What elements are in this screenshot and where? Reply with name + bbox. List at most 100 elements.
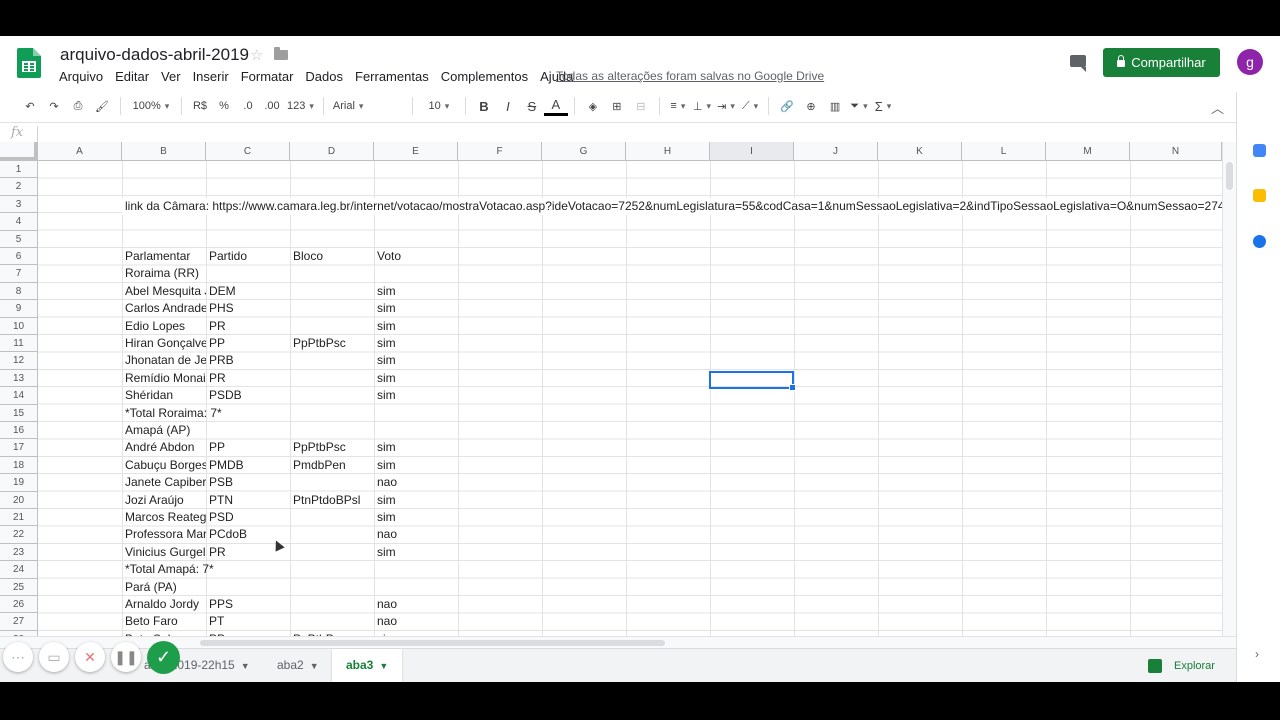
- row-header[interactable]: 2: [0, 178, 38, 196]
- table-cell[interactable]: Jozi Araújo: [122, 492, 206, 509]
- table-cell[interactable]: sim: [374, 509, 458, 526]
- horizontal-align-icon[interactable]: ≡: [666, 95, 690, 117]
- column-header[interactable]: L: [962, 142, 1046, 161]
- row-header[interactable]: 12: [0, 352, 38, 370]
- table-cell[interactable]: PpPtbPsc: [290, 335, 374, 352]
- comment-icon[interactable]: [1070, 55, 1086, 72]
- row-header[interactable]: 26: [0, 596, 38, 614]
- menu-arquivo[interactable]: Arquivo: [59, 69, 103, 84]
- table-cell[interactable]: sim: [374, 544, 458, 561]
- column-header[interactable]: D: [290, 142, 374, 161]
- percent-button[interactable]: %: [212, 95, 236, 117]
- table-cell[interactable]: PP: [206, 335, 290, 352]
- print-icon[interactable]: ⎙: [66, 95, 90, 117]
- row-header[interactable]: 20: [0, 491, 38, 509]
- more-formats-select[interactable]: 123: [284, 95, 317, 117]
- table-cell[interactable]: sim: [374, 300, 458, 317]
- menu-complementos[interactable]: Complementos: [441, 69, 528, 84]
- decrease-decimal-button[interactable]: .0: [236, 95, 260, 117]
- strikethrough-button[interactable]: S: [520, 95, 544, 117]
- table-cell[interactable]: Cabuçu Borges: [122, 457, 206, 474]
- sheet-grid[interactable]: A B C D E F G H I J K L M N 1 2 3 4 5 6 7 8 9 10 1…: [0, 142, 1222, 636]
- table-cell[interactable]: PpPtbPsc: [290, 439, 374, 456]
- row-header[interactable]: 3: [0, 195, 38, 214]
- table-cell[interactable]: PHS: [206, 300, 290, 317]
- merge-cells-icon[interactable]: ⊟: [629, 95, 653, 117]
- row-header[interactable]: 19: [0, 474, 38, 492]
- table-cell[interactable]: PRB: [206, 352, 290, 369]
- italic-button[interactable]: I: [496, 95, 520, 117]
- column-header[interactable]: N: [1130, 142, 1222, 161]
- text-rotate-icon[interactable]: ⟋: [738, 95, 762, 117]
- table-cell[interactable]: nao: [374, 474, 458, 491]
- tasks-icon[interactable]: [1253, 235, 1266, 248]
- link-cell[interactable]: link da Câmara: https://www.camara.leg.b…: [122, 197, 1222, 215]
- bold-button[interactable]: B: [472, 95, 496, 117]
- fill-color-icon[interactable]: ◈: [581, 95, 605, 117]
- table-cell[interactable]: PMDB: [206, 457, 290, 474]
- table-cell[interactable]: Jhonatan de Jesi: [122, 352, 206, 369]
- share-button[interactable]: Compartilhar: [1103, 48, 1220, 77]
- column-header[interactable]: C: [206, 142, 290, 161]
- select-all-corner[interactable]: [0, 142, 38, 161]
- zoom-select[interactable]: 100%: [127, 95, 175, 117]
- expand-panel-chevron-icon[interactable]: ›: [1255, 647, 1259, 661]
- row-header[interactable]: 18: [0, 456, 38, 475]
- menu-editar[interactable]: Editar: [115, 69, 149, 84]
- table-cell[interactable]: sim: [374, 492, 458, 509]
- table-cell[interactable]: sim: [374, 335, 458, 352]
- collapse-chevron-up-icon[interactable]: ︿: [1211, 98, 1224, 117]
- insert-link-icon[interactable]: 🔗: [775, 95, 799, 117]
- table-cell[interactable]: Bloco: [290, 248, 374, 265]
- menu-ver[interactable]: Ver: [161, 69, 181, 84]
- table-cell[interactable]: PR: [206, 370, 290, 387]
- row-header[interactable]: 5: [0, 230, 38, 248]
- row-header[interactable]: 1: [0, 161, 38, 179]
- selected-cell[interactable]: [709, 371, 796, 391]
- sheet-tab[interactable]: aba2 ▼: [263, 649, 333, 682]
- table-cell[interactable]: Arnaldo Jordy: [122, 596, 206, 613]
- table-cell[interactable]: Carlos Andrade: [122, 300, 206, 317]
- table-cell[interactable]: sim: [374, 387, 458, 404]
- row-header[interactable]: 25: [0, 578, 38, 596]
- table-cell[interactable]: Partido: [206, 248, 290, 265]
- explore-button[interactable]: Explorar: [1148, 654, 1215, 678]
- table-cell[interactable]: Amapá (AP): [122, 422, 290, 439]
- table-cell[interactable]: sim: [374, 318, 458, 335]
- table-cell[interactable]: Beto Faro: [122, 613, 206, 630]
- table-cell[interactable]: Edio Lopes: [122, 318, 206, 335]
- table-cell[interactable]: Professora Marci: [122, 526, 206, 543]
- vertical-scrollbar[interactable]: [1222, 142, 1237, 636]
- row-header[interactable]: 22: [0, 526, 38, 544]
- menu-ferramentas[interactable]: Ferramentas: [355, 69, 429, 84]
- discard-icon[interactable]: ✕: [75, 642, 105, 672]
- column-header[interactable]: K: [878, 142, 962, 161]
- folder-icon[interactable]: [274, 47, 288, 60]
- table-cell[interactable]: sim: [374, 370, 458, 387]
- table-cell[interactable]: Marcos Reategui: [122, 509, 206, 526]
- pause-icon[interactable]: ❚❚: [111, 642, 141, 672]
- saved-status-link[interactable]: Todas as alterações foram salvas no Goog…: [556, 69, 824, 83]
- functions-button[interactable]: Σ: [871, 95, 895, 117]
- borders-icon[interactable]: ⊞: [605, 95, 629, 117]
- table-cell[interactable]: PR: [206, 318, 290, 335]
- paint-format-icon[interactable]: 🖌: [90, 95, 114, 117]
- table-cell[interactable]: Parlamentar: [122, 248, 206, 265]
- font-select[interactable]: Arial: [330, 95, 406, 117]
- row-header[interactable]: 16: [0, 422, 38, 440]
- filter-icon[interactable]: ⏷: [847, 95, 871, 117]
- undo-icon[interactable]: ↶: [18, 95, 42, 117]
- table-cell[interactable]: PmdbPen: [290, 457, 374, 474]
- row-header[interactable]: 13: [0, 369, 38, 388]
- row-header[interactable]: 11: [0, 335, 38, 353]
- row-header[interactable]: 24: [0, 561, 38, 579]
- redo-icon[interactable]: ↷: [42, 95, 66, 117]
- column-header[interactable]: G: [542, 142, 626, 161]
- table-cell[interactable]: Janete Capiberib: [122, 474, 206, 491]
- sheet-tab-active[interactable]: aba3 ▼: [332, 649, 403, 682]
- table-cell[interactable]: sim: [374, 439, 458, 456]
- vertical-align-icon[interactable]: ⊥: [690, 95, 714, 117]
- table-cell[interactable]: Shéridan: [122, 387, 206, 404]
- fill-handle[interactable]: [789, 384, 796, 391]
- menu-dados[interactable]: Dados: [305, 69, 343, 84]
